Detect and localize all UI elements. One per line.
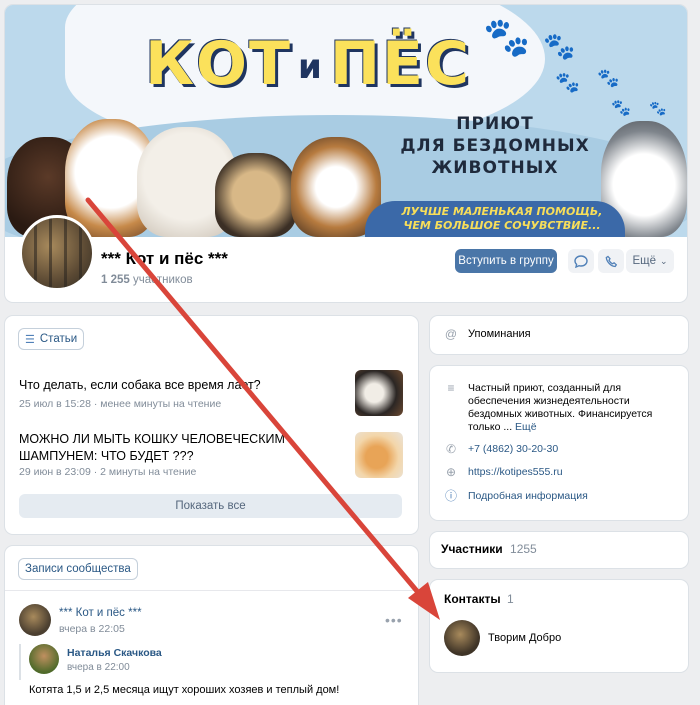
more-button[interactable]: Ещё ⌄ — [626, 249, 674, 273]
description: Частный приют, созданный для обеспечения… — [468, 382, 653, 433]
chat-icon — [574, 254, 588, 268]
site-link[interactable]: https://kotipes555.ru — [468, 466, 563, 478]
phone-icon — [605, 255, 617, 267]
cover-subtitle: ПРИЮТ ДЛЯ БЕЗДОМНЫХ ЖИВОТНЫХ — [400, 114, 590, 178]
article-title[interactable]: Что делать, если собака все время лает? — [19, 377, 339, 394]
paw-icon: 🐾 — [543, 31, 576, 61]
divider — [5, 590, 418, 591]
repost-author[interactable]: Наталья Скачкова — [67, 647, 162, 659]
article-meta: 25 июл в 15:28 · менее минуты на чтение — [19, 398, 222, 410]
mentions-block[interactable]: @ Упоминания — [430, 316, 688, 354]
contact-name[interactable]: Творим Добро — [488, 632, 561, 644]
description-more-link[interactable]: Ещё — [515, 421, 536, 433]
paw-icon: 🐾 — [649, 100, 667, 116]
message-button[interactable] — [568, 249, 594, 273]
chevron-down-icon: ⌄ — [659, 255, 668, 266]
repost-time[interactable]: вчера в 22:00 — [67, 662, 130, 673]
phone-link[interactable]: +7 (4862) 30-20-30 — [468, 443, 558, 455]
more-dots-icon[interactable]: ••• — [385, 612, 403, 628]
articles-icon: ☰ — [25, 333, 35, 346]
show-all-button[interactable]: Показать все — [19, 494, 402, 518]
article-title[interactable]: МОЖНО ЛИ МЫТЬ КОШКУ ЧЕЛОВЕЧЕСКИМ ШАМПУНЕ… — [19, 431, 349, 465]
cover-title: КОТ и ПЁС — [145, 29, 472, 99]
community-posts: Записи сообщества *** Кот и пёс *** вчер… — [5, 546, 418, 705]
dog-image — [215, 153, 297, 237]
post-author[interactable]: *** Кот и пёс *** — [59, 607, 142, 619]
post-text: Котята 1,5 и 2,5 месяца ищут хороших хоз… — [29, 684, 340, 696]
members-block[interactable]: Участники 1255 — [430, 532, 688, 568]
group-name: *** Кот и пёс *** — [101, 249, 228, 268]
post-author-avatar[interactable] — [19, 604, 51, 636]
repost-line — [19, 644, 21, 680]
members-count[interactable]: 1 255 участников — [101, 274, 193, 286]
about-block: ≡ Частный приют, созданный для обеспечен… — [430, 366, 688, 520]
paw-icon: 🐾 — [555, 72, 580, 94]
group-header: КОТ и ПЁС ПРИЮТ ДЛЯ БЕЗДОМНЫХ ЖИВОТНЫХ 🐾 🐾… — [5, 5, 687, 302]
contacts-block: Контакты 1 Творим Добро — [430, 580, 688, 672]
contact-avatar[interactable] — [444, 620, 480, 656]
join-group-button[interactable]: Вступить в группу — [455, 249, 557, 273]
cover-slogan: ЛУЧШЕ МАЛЕНЬКАЯ ПОМОЩЬ, ЧЕМ БОЛЬШОЕ СОЧУ… — [401, 205, 603, 232]
contacts-header: Контакты 1 — [444, 592, 514, 606]
group-cover[interactable]: КОТ и ПЁС ПРИЮТ ДЛЯ БЕЗДОМНЫХ ЖИВОТНЫХ 🐾 🐾… — [5, 5, 687, 237]
repost-author-avatar[interactable] — [29, 644, 59, 674]
info-icon: ⓘ — [444, 489, 457, 503]
article-meta: 29 июн в 23:09 · 2 минуты на чтение — [19, 466, 197, 478]
members-header: Участники 1255 — [441, 542, 537, 556]
articles-block: ☰ Статьи Что делать, если собака все вре… — [5, 316, 418, 534]
mentions-label: Упоминания — [468, 328, 531, 340]
call-button[interactable] — [598, 249, 624, 273]
globe-icon: ⊕ — [445, 465, 457, 479]
phone-icon: ✆ — [445, 442, 457, 456]
paw-icon: 🐾 — [483, 17, 531, 59]
description-icon: ≡ — [447, 381, 455, 395]
article-thumbnail[interactable] — [355, 432, 403, 478]
posts-chip[interactable]: Записи сообщества — [19, 559, 137, 579]
paw-icon: 🐾 — [611, 100, 631, 117]
paw-icon: 🐾 — [597, 68, 620, 88]
details-link[interactable]: Подробная информация — [468, 490, 588, 502]
group-avatar[interactable] — [19, 215, 95, 291]
post-time[interactable]: вчера в 22:05 — [59, 623, 125, 635]
article-thumbnail[interactable] — [355, 370, 403, 416]
articles-chip[interactable]: ☰ Статьи — [19, 329, 84, 349]
at-icon: @ — [444, 327, 458, 341]
